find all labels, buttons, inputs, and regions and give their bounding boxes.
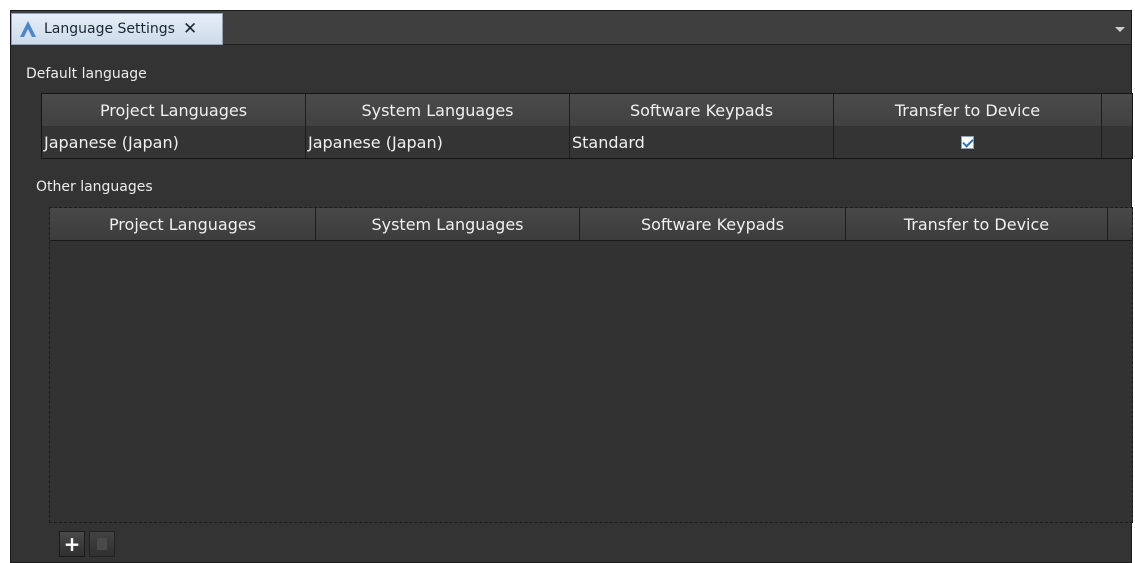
table-row[interactable]: Japanese (Japan) Japanese (Japan) Standa… bbox=[42, 126, 1132, 158]
other-languages-table[interactable]: Project Languages System Languages Softw… bbox=[49, 207, 1133, 523]
table-header: Project Languages System Languages Softw… bbox=[50, 208, 1132, 241]
plus-icon: + bbox=[63, 532, 81, 556]
column-header[interactable]: Software Keypads bbox=[580, 208, 846, 240]
column-header[interactable]: Transfer to Device bbox=[834, 94, 1102, 126]
table-header: Project Languages System Languages Softw… bbox=[42, 94, 1132, 127]
column-header-spacer bbox=[1102, 94, 1132, 126]
tab-language-settings[interactable]: Language Settings ✕ bbox=[11, 13, 223, 45]
default-language-table: Project Languages System Languages Softw… bbox=[41, 93, 1133, 159]
software-keypad-cell[interactable]: Standard bbox=[570, 126, 834, 158]
tab-title: Language Settings bbox=[44, 21, 175, 37]
tab-bar: Language Settings ✕ bbox=[11, 11, 1131, 45]
column-header[interactable]: Project Languages bbox=[50, 208, 316, 240]
column-header[interactable]: System Languages bbox=[306, 94, 570, 126]
column-header[interactable]: Transfer to Device bbox=[846, 208, 1108, 240]
other-languages-title: Other languages bbox=[36, 179, 153, 195]
column-header[interactable]: Project Languages bbox=[42, 94, 306, 126]
project-language-cell[interactable]: Japanese (Japan) bbox=[42, 126, 306, 158]
close-icon[interactable]: ✕ bbox=[183, 20, 197, 38]
system-language-cell[interactable]: Japanese (Japan) bbox=[306, 126, 570, 158]
column-header[interactable]: System Languages bbox=[316, 208, 580, 240]
transfer-to-device-cell bbox=[834, 126, 1102, 158]
add-language-button[interactable]: + bbox=[59, 531, 85, 557]
language-settings-window: Language Settings ✕ Default language Pro… bbox=[10, 10, 1133, 563]
default-language-title: Default language bbox=[26, 66, 147, 82]
chevron-down-icon[interactable] bbox=[1115, 27, 1125, 32]
app-logo-icon bbox=[20, 21, 36, 37]
column-header[interactable]: Software Keypads bbox=[570, 94, 834, 126]
trash-icon bbox=[97, 538, 107, 550]
column-header-spacer bbox=[1108, 208, 1132, 240]
delete-language-button[interactable] bbox=[89, 531, 115, 557]
transfer-to-device-checkbox[interactable] bbox=[961, 135, 974, 149]
bottom-toolbar: + bbox=[59, 531, 115, 557]
